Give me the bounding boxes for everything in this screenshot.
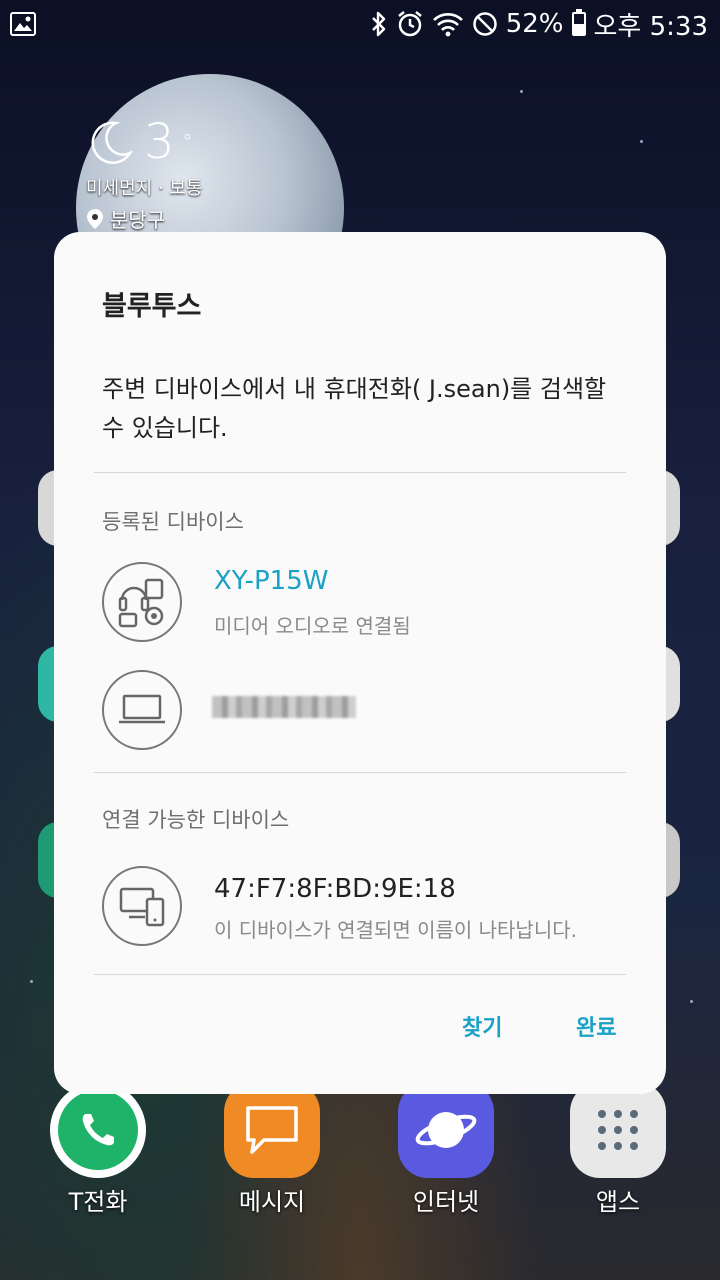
dock-label-phone: T전화 bbox=[68, 1188, 128, 1216]
phone-icon bbox=[82, 1114, 114, 1146]
device-hint: 이 디바이스가 연결되면 이름이 나타납니다. bbox=[214, 918, 577, 942]
weather-location: 분당구 bbox=[110, 208, 166, 232]
device-name: XY-P15W bbox=[214, 566, 329, 596]
dock-label-internet: 인터넷 bbox=[412, 1188, 480, 1216]
divider bbox=[94, 472, 626, 473]
done-button[interactable]: 완료 bbox=[576, 1010, 616, 1042]
obscured-device-name bbox=[212, 696, 356, 718]
crescent-moon-icon bbox=[91, 121, 134, 164]
dock-label-messages: 메시지 bbox=[238, 1188, 306, 1216]
available-device-row[interactable]: 47:F7:8F:BD:9E:18 이 디바이스가 연결되면 이름이 나타납니다… bbox=[94, 858, 626, 954]
gallery-notification-icon bbox=[10, 12, 36, 36]
internet-planet-icon bbox=[415, 1112, 477, 1148]
apps-app-icon[interactable] bbox=[570, 1082, 666, 1178]
battery-percent: 52% bbox=[505, 9, 564, 39]
divider bbox=[94, 772, 626, 773]
registered-devices-header: 등록된 디바이스 bbox=[102, 510, 244, 534]
bluetooth-icon bbox=[370, 10, 388, 38]
wallpaper-star bbox=[690, 1000, 693, 1003]
wallpaper-star bbox=[640, 140, 643, 143]
bluetooth-dialog: 블루투스 주변 디바이스에서 내 휴대전화( J.sean)를 검색할 수 있습… bbox=[54, 232, 666, 1094]
apps-grid-icon bbox=[598, 1110, 638, 1150]
device-status: 미디어 오디오로 연결됨 bbox=[214, 614, 411, 638]
degree-symbol: ° bbox=[182, 130, 193, 154]
dialog-title: 블루투스 bbox=[102, 291, 202, 322]
registered-device-xy-p15w[interactable]: XY-P15W 미디어 오디오로 연결됨 bbox=[94, 554, 626, 650]
dock-item-messages[interactable]: 메시지 bbox=[212, 1082, 332, 1217]
messages-app-icon[interactable] bbox=[224, 1082, 320, 1178]
divider bbox=[94, 974, 626, 975]
weather-widget[interactable]: 3 ° 미세먼지 · 보통 분당구 bbox=[86, 114, 203, 233]
home-dock: T전화 메시지 인터넷 앱스 bbox=[0, 1082, 720, 1222]
laptop-icon bbox=[102, 670, 182, 750]
clock: 오후 5:33 bbox=[593, 11, 709, 42]
wifi-icon bbox=[432, 11, 464, 37]
scan-button[interactable]: 찾기 bbox=[462, 1010, 502, 1042]
location-pin-icon bbox=[87, 208, 103, 229]
visibility-message: 주변 디바이스에서 내 휴대전화( J.sean)를 검색할 수 있습니다. bbox=[102, 375, 607, 442]
message-icon bbox=[246, 1106, 298, 1154]
weather-temperature: 3 bbox=[144, 114, 175, 170]
registered-device-laptop[interactable] bbox=[94, 662, 626, 758]
battery-icon bbox=[571, 9, 586, 36]
do-not-disturb-icon bbox=[472, 11, 498, 37]
dock-item-apps[interactable]: 앱스 bbox=[558, 1082, 678, 1217]
weather-air-quality: 미세먼지 · 보통 bbox=[86, 178, 203, 199]
device-address: 47:F7:8F:BD:9E:18 bbox=[214, 874, 456, 904]
status-bar: 52% 오후 5:33 bbox=[0, 0, 720, 48]
headphones-speaker-icon bbox=[102, 562, 182, 642]
wallpaper-star bbox=[30, 980, 33, 983]
available-devices-header: 연결 가능한 디바이스 bbox=[102, 808, 290, 832]
battery-fill bbox=[573, 23, 584, 34]
alarm-icon bbox=[396, 10, 424, 38]
dock-label-apps: 앱스 bbox=[595, 1188, 641, 1216]
wallpaper-star bbox=[520, 90, 523, 93]
internet-app-icon[interactable] bbox=[398, 1082, 494, 1178]
dock-item-internet[interactable]: 인터넷 bbox=[386, 1082, 506, 1217]
multi-device-icon bbox=[102, 866, 182, 946]
phone-app-icon[interactable] bbox=[50, 1082, 146, 1178]
dock-item-phone[interactable]: T전화 bbox=[38, 1082, 158, 1217]
